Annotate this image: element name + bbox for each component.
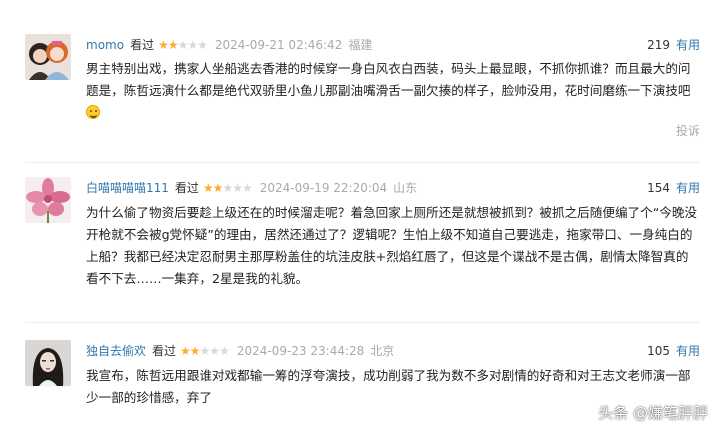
- review-location: 北京: [370, 344, 395, 358]
- star-rating: ★★★★★: [180, 344, 230, 358]
- vote-area: 154 有用: [647, 179, 700, 197]
- avatar[interactable]: [25, 34, 71, 80]
- vote-area: 105 有用: [647, 342, 700, 360]
- avatar[interactable]: [25, 177, 71, 223]
- review-location: 山东: [393, 181, 418, 195]
- divider: [25, 162, 700, 163]
- star-rating: ★★★★★: [158, 38, 208, 52]
- review-header: momo 看过 ★★★★★ 2024-09-21 02:46:42 福建: [86, 36, 372, 54]
- username-link[interactable]: momo: [86, 38, 124, 52]
- useful-button[interactable]: 有用: [676, 181, 700, 195]
- watched-status: 看过: [152, 344, 177, 358]
- report-button[interactable]: 投诉: [676, 122, 700, 139]
- username-link[interactable]: 白喵喵喵喵111: [86, 181, 169, 195]
- grin-emoji-icon: [86, 105, 100, 119]
- review-text: 为什么偷了物资后要趁上级还在的时候溜走呢？着急回家上厕所还是就想被抓到？被抓之后…: [86, 205, 698, 286]
- avatar[interactable]: [25, 340, 71, 386]
- vote-count: 105: [647, 344, 670, 358]
- vote-count: 154: [647, 181, 670, 195]
- review-location: 福建: [348, 38, 373, 52]
- username-link[interactable]: 独自去偷欢: [86, 344, 146, 358]
- review-text: 男主特别出戏，携家人坐船逃去香港的时候穿一身白风衣白西装，码头上最显眼，不抓你抓…: [86, 58, 700, 124]
- useful-button[interactable]: 有用: [676, 38, 700, 52]
- review-date: 2024-09-21 02:46:42: [214, 38, 343, 52]
- review-date: 2024-09-19 22:20:04: [259, 181, 388, 195]
- vote-area: 219 有用: [647, 36, 700, 54]
- review-date: 2024-09-23 23:44:28: [236, 344, 365, 358]
- divider: [25, 322, 700, 323]
- watched-status: 看过: [130, 38, 155, 52]
- watched-status: 看过: [174, 181, 199, 195]
- review-header: 白喵喵喵喵111 看过 ★★★★★ 2024-09-19 22:20:04 山东: [86, 179, 417, 197]
- star-rating: ★★★★★: [202, 181, 253, 195]
- useful-button[interactable]: 有用: [676, 344, 700, 358]
- review-header: 独自去偷欢 看过 ★★★★★ 2024-09-23 23:44:28 北京: [86, 342, 394, 360]
- vote-count: 219: [647, 38, 670, 52]
- watermark: 头条 @嫌笔胖胖: [598, 404, 708, 422]
